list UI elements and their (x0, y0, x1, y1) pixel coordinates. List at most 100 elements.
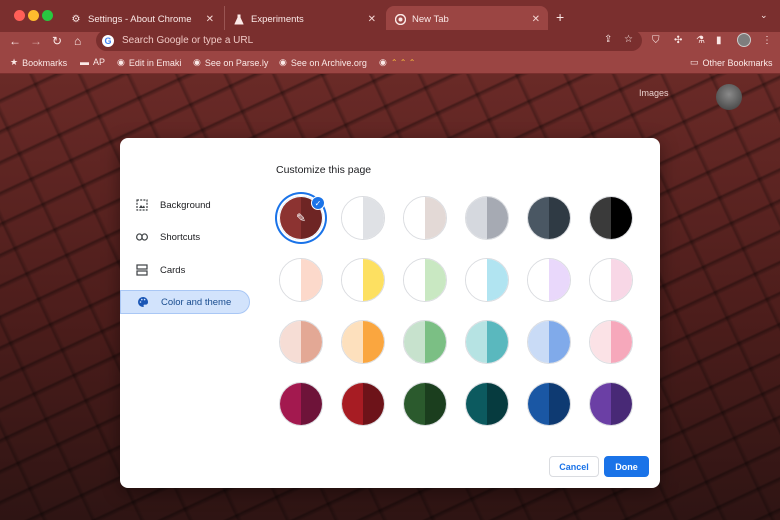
menu-item-label: Shortcuts (160, 231, 201, 243)
omnibox[interactable]: G Search Google or type a URL ⇪ ☆ (96, 30, 642, 51)
tab-title: Settings - About Chrome (88, 13, 192, 25)
swatch-half (611, 383, 632, 425)
color-swatch[interactable] (341, 382, 385, 426)
swatch-half (301, 321, 322, 363)
swatch-half (301, 383, 322, 425)
forward-arrow-icon[interactable]: → (30, 34, 42, 48)
swatch-half (404, 321, 425, 363)
shield-extension-icon[interactable]: ⛉ (652, 35, 660, 46)
puzzle-extensions-icon[interactable]: ✣ (674, 35, 682, 46)
bookmark-see-on-archive-org[interactable]: ◉ See on Archive.org (279, 57, 367, 68)
bookmark-bookmarklets[interactable]: ◉ ⌃ ⌃ ⌃ (379, 57, 415, 68)
folder-icon: ▭ (690, 57, 699, 67)
color-swatch[interactable] (589, 320, 633, 364)
new-tab-button[interactable]: + (556, 9, 564, 25)
menu-item-background[interactable]: Background (120, 193, 250, 217)
swatch-half (301, 259, 322, 301)
swatch-half (466, 259, 487, 301)
menu-item-color-and-theme[interactable]: Color and theme (120, 290, 250, 314)
tab-settings-about-chrome[interactable]: ⚙ Settings - About Chrome ✕ (62, 6, 222, 32)
gear-icon: ⚙ (71, 13, 81, 25)
link-icon (136, 231, 148, 243)
reload-icon[interactable]: ↻ (52, 34, 62, 48)
color-swatch[interactable] (527, 320, 571, 364)
checkmark-icon: ✓ (311, 196, 325, 210)
swatch-half (487, 321, 508, 363)
side-panel-icon[interactable]: ▮ (716, 35, 722, 46)
globe-icon: ◉ (193, 57, 201, 67)
color-swatch[interactable] (589, 382, 633, 426)
swatch-half (280, 259, 301, 301)
swatch-half (280, 383, 301, 425)
swatch-half (549, 197, 570, 239)
bookmark-see-on-parsely[interactable]: ◉ See on Parse.ly (193, 57, 268, 68)
flask-icon[interactable]: ⚗ (696, 35, 705, 46)
bookmark-label: Bookmarks (22, 57, 68, 68)
color-swatch[interactable] (341, 196, 385, 240)
globe-icon: ◉ (117, 57, 125, 67)
color-swatch[interactable] (279, 320, 323, 364)
star-icon[interactable]: ☆ (624, 34, 633, 45)
swatch-half (528, 321, 549, 363)
bookmark-edit-in-emaki[interactable]: ◉ Edit in Emaki (117, 57, 181, 68)
close-icon[interactable]: ✕ (368, 14, 376, 25)
swatch-half (363, 321, 384, 363)
chevron-down-icon[interactable]: ⌄ (760, 10, 768, 21)
color-swatch[interactable] (527, 382, 571, 426)
bookmark-other-bookmarks[interactable]: ▭ Other Bookmarks (690, 57, 773, 68)
globe-icon: ◉ (379, 57, 387, 67)
swatch-half (590, 259, 611, 301)
color-swatch[interactable] (527, 196, 571, 240)
bookmark-ap[interactable]: ▬ AP (80, 57, 105, 67)
color-swatch[interactable] (465, 196, 509, 240)
menu-item-label: Cards (160, 264, 186, 276)
color-swatch[interactable] (279, 382, 323, 426)
images-link[interactable]: Images (639, 88, 669, 98)
color-swatch[interactable] (589, 196, 633, 240)
minimize-window-button[interactable] (28, 10, 39, 21)
bookmark-label: AP (93, 57, 106, 67)
bookmark-bookmarks[interactable]: ★ Bookmarks (10, 57, 67, 68)
color-swatch[interactable] (465, 320, 509, 364)
swatch-half (528, 383, 549, 425)
color-swatch[interactable] (527, 258, 571, 302)
tab-experiments[interactable]: Experiments ✕ (224, 6, 384, 32)
color-swatch[interactable] (341, 320, 385, 364)
tab-new-tab[interactable]: New Tab ✕ (386, 6, 548, 32)
cancel-button[interactable]: Cancel (549, 456, 599, 477)
dialog-title: Customize this page (276, 164, 372, 176)
menu-dots-icon[interactable]: ⋮ (762, 35, 772, 46)
color-swatch[interactable] (341, 258, 385, 302)
color-swatch[interactable] (589, 258, 633, 302)
profile-avatar[interactable] (737, 33, 751, 47)
swatch-half (342, 321, 363, 363)
swatch-half (466, 321, 487, 363)
share-icon[interactable]: ⇪ (604, 34, 612, 45)
zoom-window-button[interactable] (42, 10, 53, 21)
swatch-half (342, 383, 363, 425)
menu-item-shortcuts[interactable]: Shortcuts (120, 225, 250, 249)
close-window-button[interactable] (14, 10, 25, 21)
swatch-half (363, 383, 384, 425)
color-swatch[interactable] (465, 382, 509, 426)
color-swatch[interactable] (403, 196, 447, 240)
swatch-half (363, 197, 384, 239)
tab-title: New Tab (412, 13, 449, 25)
menu-item-cards[interactable]: Cards (120, 258, 250, 282)
done-button[interactable]: Done (604, 456, 649, 477)
color-swatch[interactable] (403, 320, 447, 364)
swatch-half (404, 383, 425, 425)
tab-title: Experiments (251, 13, 304, 25)
swatch-half (528, 259, 549, 301)
color-swatch[interactable] (403, 382, 447, 426)
color-swatch[interactable] (279, 258, 323, 302)
color-swatch[interactable] (465, 258, 509, 302)
account-avatar[interactable] (716, 84, 742, 110)
home-icon[interactable]: ⌂ (74, 34, 81, 48)
close-icon[interactable]: ✕ (206, 14, 214, 25)
swatch-half (404, 259, 425, 301)
color-swatch[interactable] (403, 258, 447, 302)
back-arrow-icon[interactable]: ← (9, 34, 21, 48)
swatch-half (363, 259, 384, 301)
close-icon[interactable]: ✕ (532, 14, 540, 25)
